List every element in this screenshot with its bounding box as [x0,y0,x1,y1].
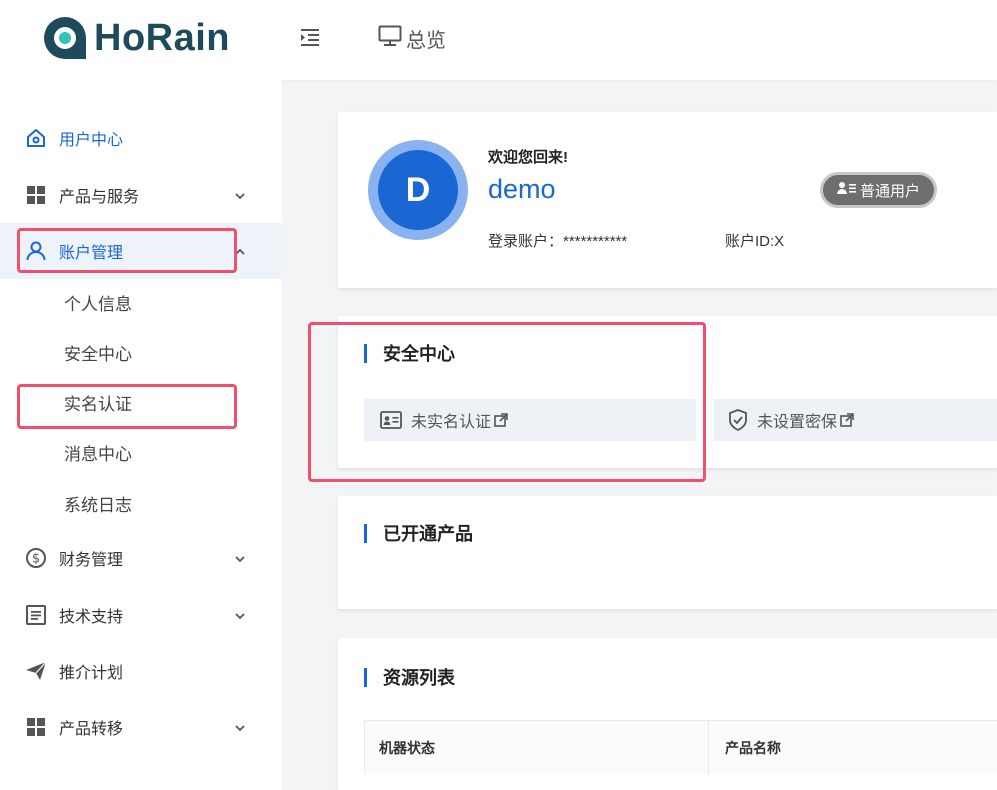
chevron-down-icon [234,721,246,733]
sidebar-item-label: 用户中心 [59,132,124,149]
profile-card: D 欢迎您回来! demo 普通用户 登录账户：*********** 账户ID… [338,112,997,288]
sidebar-item-finance[interactable]: $ 财务管理 [0,530,282,586]
sidebar-item-product-transfer[interactable]: 产品转移 [0,699,282,755]
external-link-icon [840,413,854,427]
security-question-label: 未设置密保 [757,414,838,431]
welcome-text: 欢迎您回来! [488,149,568,166]
sidebar-subitem-security-center[interactable]: 安全中心 [64,340,132,370]
avatar: D [378,150,458,230]
top-header: HoRain 总览 [0,0,997,80]
sidebar: 用户中心 产品与服务 账户管理 个人信息 安全中心 实名认证 消息中心 系统日志… [0,80,282,790]
column-header-product-name[interactable]: 产品名称 [725,721,781,775]
resources-title: 资源列表 [364,664,455,690]
sidebar-item-label: 财务管理 [59,552,124,569]
column-divider [708,721,709,775]
sidebar-subitem-message-center[interactable]: 消息中心 [64,440,132,470]
account-id: 账户ID:X [725,233,785,250]
home-icon [25,127,47,149]
sidebar-item-user-center[interactable]: 用户中心 [0,110,282,166]
user-card-icon [837,181,860,199]
badge-label: 普通用户 [860,182,921,200]
sidebar-subitem-system-log[interactable]: 系统日志 [64,491,132,521]
column-header-machine-status[interactable]: 机器状态 [379,721,435,775]
sidebar-item-referral[interactable]: 推介计划 [0,643,282,699]
overview-label: 总览 [406,30,446,52]
security-question-button[interactable]: 未设置密保 [714,399,997,441]
chevron-down-icon [234,189,246,201]
products-card: 已开通产品 [338,496,997,609]
chevron-down-icon [234,552,246,564]
grid-icon [25,716,47,738]
sidebar-item-label: 产品转移 [59,721,124,738]
grid-icon [25,184,47,206]
highlight-security-center [308,322,706,482]
brand-name: HoRain [94,16,230,59]
user-level-badge: 普通用户 [820,172,938,208]
sidebar-item-products-services[interactable]: 产品与服务 [0,167,282,223]
highlight-realname-auth [17,384,237,429]
document-icon [25,604,47,626]
monitor-icon [378,25,406,53]
login-account: 登录账户：*********** [488,233,628,250]
sidebar-item-label: 技术支持 [59,609,124,626]
sidebar-item-label: 产品与服务 [59,189,140,206]
highlight-account-management [17,228,237,273]
svg-text:$: $ [32,552,40,567]
sidebar-item-tech-support[interactable]: 技术支持 [0,587,282,643]
username: demo [488,174,556,204]
logo[interactable]: HoRain [42,15,230,61]
paper-plane-icon [25,660,47,682]
sidebar-subitem-personal-info[interactable]: 个人信息 [64,290,132,320]
resources-card: 资源列表 机器状态 产品名称 [338,638,997,790]
dollar-icon: $ [25,547,47,569]
menu-toggle-icon[interactable] [300,27,322,49]
shield-check-icon [728,409,748,431]
chevron-down-icon [234,609,246,621]
products-title: 已开通产品 [364,520,473,546]
sidebar-item-label: 推介计划 [59,665,124,682]
overview-tab[interactable]: 总览 [378,24,446,53]
logo-icon [42,15,88,61]
resources-table-header: 机器状态 产品名称 [364,720,997,775]
